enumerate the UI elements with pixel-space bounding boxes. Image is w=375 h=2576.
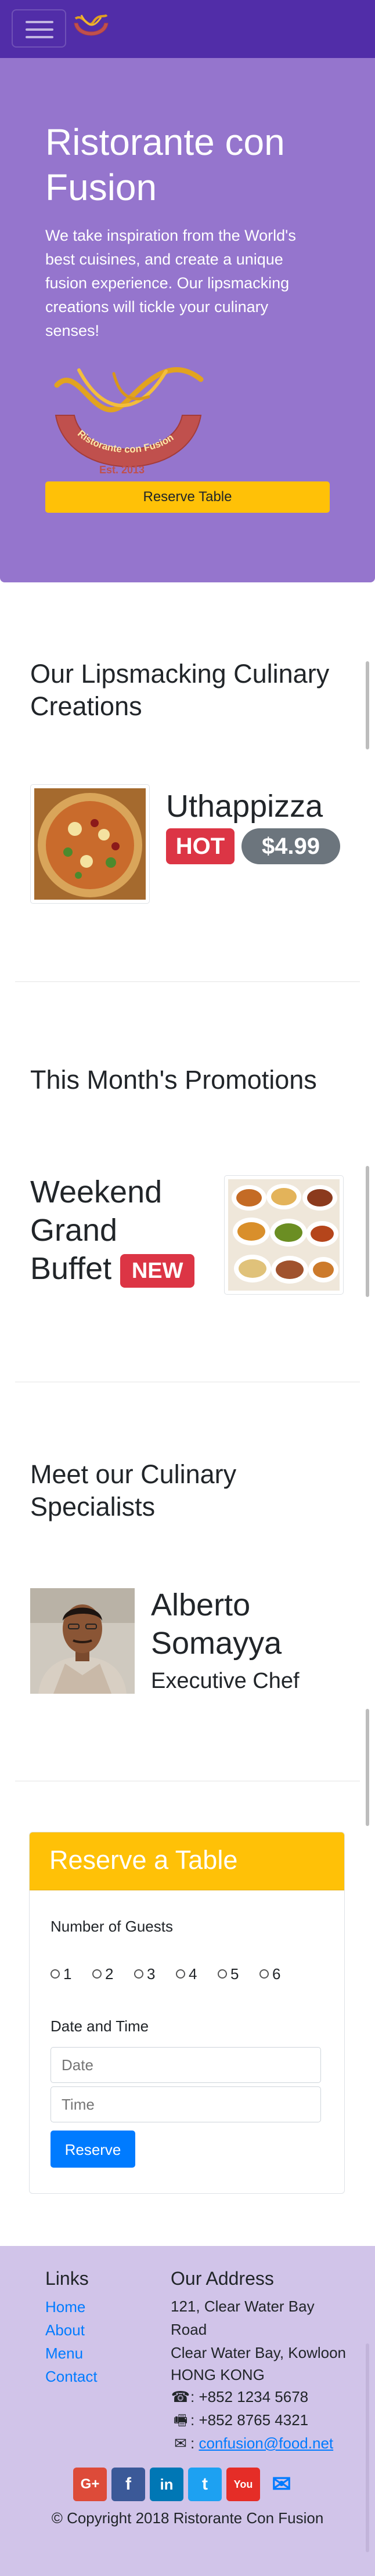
radio-label: 5 [230, 1965, 239, 1983]
navbar-toggler-button[interactable] [12, 9, 66, 48]
dish-name: Uthappizza [166, 789, 323, 824]
radio-label: 2 [105, 1965, 114, 1983]
radio-label: 3 [147, 1965, 156, 1983]
reserve-submit-button[interactable]: Reserve [51, 2131, 135, 2168]
footer-link-menu[interactable]: Menu [45, 2343, 83, 2363]
jumbotron: Ristorante con Fusion We take inspiratio… [0, 58, 375, 582]
chef-photo [30, 1588, 135, 1694]
phone-icon: ☎ [171, 2388, 190, 2405]
pizza-image [34, 788, 146, 900]
radio-circle[interactable] [218, 1969, 227, 1979]
address-line-1: 121, Clear Water Bay [171, 2298, 315, 2315]
radio-circle[interactable] [259, 1969, 269, 1979]
address-line-3: Clear Water Bay, Kowloon [171, 2344, 347, 2361]
footer-link-home[interactable]: Home [45, 2297, 85, 2317]
links-heading: Links [45, 2268, 89, 2289]
leader-name: Alberto Somayya [151, 1588, 282, 1661]
address-line-4: HONG KONG [171, 2366, 265, 2383]
navbar [0, 0, 375, 58]
radio-label: 4 [189, 1965, 197, 1983]
promotions-section-title: This Month's Promotions [30, 1065, 317, 1095]
social-buttons: G+ f in t You ✉ [73, 2468, 311, 2501]
section-scrollbar[interactable] [366, 1709, 369, 1826]
fax-line: 🖷: +852 8765 4321 [171, 2408, 308, 2432]
reserve-table-button[interactable]: Reserve Table [45, 481, 330, 513]
email-line: ✉: confusion@food.net [171, 2432, 333, 2455]
section-scrollbar[interactable] [366, 1166, 369, 1297]
promotion-name: Weekend Grand Buffet NEW [30, 1173, 204, 1288]
phone-number: : +852 1234 5678 [190, 2388, 309, 2405]
restaurant-title: Ristorante con Fusion [45, 121, 285, 208]
fax-number: : +852 8765 4321 [190, 2411, 309, 2429]
date-input[interactable] [51, 2047, 321, 2083]
logo-est-text: Est. 2013 [99, 464, 145, 476]
hamburger-icon-bar [26, 28, 53, 31]
hamburger-icon [26, 21, 53, 23]
linkedin-icon[interactable]: in [150, 2468, 183, 2501]
youtube-icon[interactable]: You [226, 2468, 260, 2501]
email-link[interactable]: confusion@food.net [199, 2434, 333, 2452]
footer-scrollbar[interactable] [366, 2343, 369, 2552]
radio-circle[interactable] [92, 1969, 102, 1979]
dishes-section-title: Our Lipsmacking Culinary Creations [30, 659, 330, 721]
copyright-text: © Copyright 2018 Ristorante Con Fusion [51, 2509, 324, 2527]
section-scrollbar[interactable] [366, 661, 369, 749]
email-prefix: : [190, 2434, 195, 2452]
restaurant-logo-icon[interactable] [71, 10, 111, 48]
buffet-image [228, 1179, 340, 1291]
address-heading: Our Address [171, 2268, 274, 2289]
leader-designation: Executive Chef [151, 1669, 300, 1693]
restaurant-description: We take inspiration from the World's bes… [45, 227, 296, 339]
time-input[interactable] [51, 2086, 321, 2122]
reserve-card-header: Reserve a Table [30, 1832, 344, 1890]
new-badge: NEW [120, 1253, 195, 1288]
reserve-card-title: Reserve a Table [49, 1845, 238, 1875]
reserve-table-card: Reserve a Table Number of Guests 1 2 3 4… [29, 1832, 345, 2194]
specialists-section-title: Meet our Culinary Specialists [30, 1459, 237, 1521]
address-line-2: Road [171, 2321, 207, 2338]
radio-label: 1 [63, 1965, 72, 1983]
hamburger-icon-bar [26, 36, 53, 38]
envelope-icon: ✉ [174, 2434, 187, 2452]
fax-icon: 🖷 [173, 2411, 188, 2429]
datetime-label: Date and Time [51, 2017, 149, 2035]
restaurant-logo-icon: Ristorante con Fusion Est. 2013 [54, 367, 204, 476]
footer-link-contact[interactable]: Contact [45, 2367, 98, 2386]
footer-link-about[interactable]: About [45, 2320, 85, 2340]
radio-circle[interactable] [51, 1969, 60, 1979]
mail-icon[interactable]: ✉ [265, 2468, 298, 2501]
price-badge: $4.99 [241, 828, 340, 864]
twitter-icon[interactable]: t [188, 2468, 222, 2501]
section-divider [15, 981, 360, 982]
google-plus-icon[interactable]: G+ [73, 2468, 107, 2501]
radio-label: 6 [272, 1965, 281, 1983]
hot-badge: HOT [166, 828, 235, 864]
dish-image [30, 784, 150, 904]
phone-line: ☎: +852 1234 5678 [171, 2385, 308, 2408]
radio-circle[interactable] [134, 1969, 143, 1979]
facebook-icon[interactable]: f [111, 2468, 145, 2501]
promotion-image [224, 1175, 344, 1295]
guests-label: Number of Guests [51, 1918, 173, 1935]
leader-image [30, 1588, 135, 1694]
radio-circle[interactable] [176, 1969, 185, 1979]
